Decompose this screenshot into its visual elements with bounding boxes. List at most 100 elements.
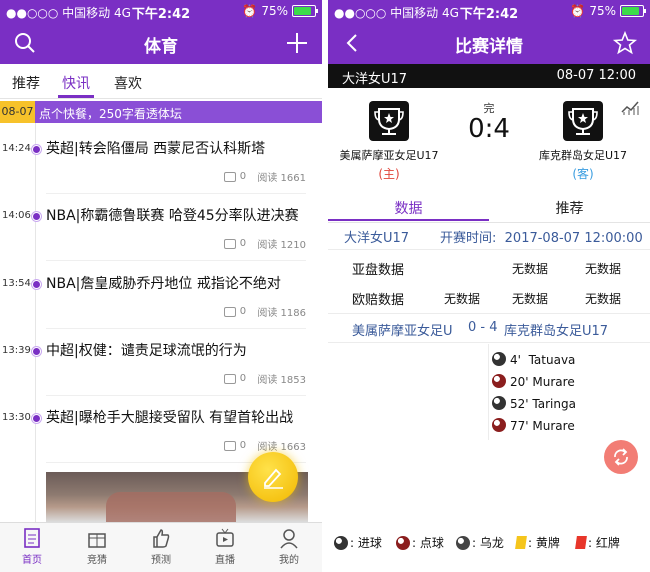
score-summary-row: 美属萨摩亚女足U17 0 - 4 库克群岛女足U17	[328, 318, 650, 340]
event-minute: 52'	[510, 397, 529, 411]
goal-icon	[334, 535, 348, 550]
tabbar-mine[interactable]: 我的	[264, 527, 314, 566]
comment-count: 0	[239, 440, 247, 451]
event-player: Taringa	[532, 397, 576, 411]
match-info-row: 大洋女U17 开赛时间: 2017-08-07 12:00:00	[328, 225, 650, 249]
match-event: 20' Murare	[492, 372, 650, 394]
news-time: 13:39	[2, 345, 31, 356]
battery-percent: 75%	[261, 4, 288, 18]
score-home-team: 美属萨摩亚女足U17	[352, 324, 452, 339]
event-minute: 4'	[510, 353, 521, 367]
info-league: 大洋女U17	[344, 231, 410, 246]
event-player: Murare	[532, 419, 575, 433]
match-datetime: 08-07 12:00	[556, 68, 636, 83]
odds-value: 无数据	[585, 292, 622, 306]
tabbar-predict[interactable]: 预测	[136, 527, 186, 566]
comment-count: 0	[239, 306, 247, 317]
goal-icon	[492, 352, 506, 366]
read-count: 阅读 1186	[257, 308, 306, 319]
tabbar-guess[interactable]: 竞猜	[72, 527, 122, 566]
news-item[interactable]: 14:06 NBA|称霸德鲁联赛 哈登45分率队进决赛 0 阅读 1210	[0, 203, 322, 269]
tabbar-home[interactable]: 首页	[7, 527, 57, 566]
comment-icon	[223, 306, 236, 317]
thumbs-up-icon	[153, 529, 170, 548]
euro-odds-row[interactable]: 欧赔数据 无数据 无数据 无数据	[328, 284, 650, 312]
pencil-icon	[264, 468, 283, 489]
divider	[328, 313, 650, 314]
news-title: 中超|权健：谴责足球流氓的行为	[46, 343, 247, 359]
divider	[46, 260, 306, 261]
compose-button[interactable]	[248, 452, 298, 502]
notice-banner[interactable]: 08-07 点个快餐，250字看透体坛	[0, 101, 322, 123]
tab-favorites[interactable]: 喜欢	[114, 73, 142, 93]
timeline-dot	[32, 347, 41, 356]
score-away-team: 库克群岛女足U17	[504, 324, 609, 339]
alarm-icon: ⏰	[570, 4, 586, 18]
tab-recommend[interactable]: 推荐	[489, 198, 650, 218]
battery-icon	[620, 5, 646, 17]
status-bar: ●●○○○ 中国移动 4G 下午2:42 ⏰ 75%	[0, 0, 322, 22]
plus-icon[interactable]	[284, 30, 310, 56]
penalty-icon	[396, 535, 410, 550]
asian-odds-row[interactable]: 亚盘数据 无数据 无数据	[328, 254, 650, 282]
odds-value: 无数据	[585, 262, 622, 276]
goal-icon	[492, 396, 506, 410]
refresh-button[interactable]	[604, 440, 638, 474]
tabbar-label: 预测	[151, 555, 171, 566]
legend-penalty: : 点球	[396, 534, 444, 551]
divider	[46, 395, 306, 396]
home-team-name: 美属萨摩亚女足U17	[339, 149, 439, 162]
nav-bar: 体育	[0, 22, 322, 64]
events-center-line	[488, 344, 489, 440]
news-time: 14:24	[2, 143, 31, 154]
news-title: 英超|曝枪手大腿接受留队 有望首轮出战	[46, 410, 294, 426]
active-tab-indicator	[58, 95, 94, 98]
news-time: 13:54	[2, 278, 31, 289]
tv-icon	[216, 528, 234, 547]
page-title: 比赛详情	[455, 37, 523, 57]
divider	[46, 193, 306, 194]
tab-data[interactable]: 数据	[328, 198, 489, 218]
home-role: (主)	[378, 167, 400, 181]
news-time: 13:30	[2, 412, 31, 423]
tabbar-label: 我的	[279, 555, 299, 566]
match-event: 77' Murare	[492, 416, 650, 438]
refresh-icon	[614, 448, 628, 466]
sports-news-screen: ●●○○○ 中国移动 4G 下午2:42 ⏰ 75% 体育 推荐 快讯 喜欢 08…	[0, 0, 322, 572]
legend-goal: : 进球	[334, 534, 382, 551]
score-value: 0 - 4	[468, 320, 498, 335]
timeline-dot	[32, 414, 41, 423]
comment-count: 0	[239, 238, 247, 249]
news-item[interactable]: 14:24 英超|转会陷僵局 西蒙尼否认科斯塔 0 阅读 1661	[0, 136, 322, 202]
comment-count: 0	[239, 373, 247, 384]
document-icon	[24, 528, 40, 548]
nav-bar: 比赛详情	[328, 22, 650, 64]
penalty-icon	[492, 418, 506, 432]
away-role: (客)	[572, 167, 594, 181]
tabbar-live[interactable]: 直播	[200, 527, 250, 566]
user-icon	[280, 529, 298, 549]
legend-own-goal: : 乌龙	[456, 534, 504, 551]
comment-icon	[223, 238, 236, 249]
page-title: 体育	[144, 37, 178, 57]
news-item[interactable]: 13:39 中超|权健：谴责足球流氓的行为 0 阅读 1853	[0, 338, 322, 404]
odds-value: 无数据	[512, 262, 549, 276]
timeline-dot	[32, 212, 41, 221]
trend-chart-icon[interactable]	[620, 98, 640, 120]
tab-flash-news[interactable]: 快讯	[62, 73, 90, 93]
event-minute: 77'	[510, 419, 529, 433]
match-header-bar: 大洋女U17 08-07 12:00	[328, 64, 650, 88]
read-count: 阅读 1210	[257, 240, 306, 251]
news-item[interactable]: 13:54 NBA|詹皇威胁乔丹地位 戒指论不绝对 0 阅读 1186	[0, 271, 322, 337]
red-card-icon	[575, 536, 587, 549]
divider	[46, 328, 306, 329]
comment-icon	[223, 171, 236, 182]
star-icon[interactable]	[612, 30, 638, 56]
own-goal-icon	[456, 535, 470, 550]
tab-recommend[interactable]: 推荐	[12, 73, 40, 93]
match-event: 52' Taringa	[492, 394, 650, 416]
timeline-dot	[32, 145, 41, 154]
timeline-dot	[32, 280, 41, 289]
comment-count: 0	[239, 171, 247, 182]
divider	[328, 342, 650, 343]
